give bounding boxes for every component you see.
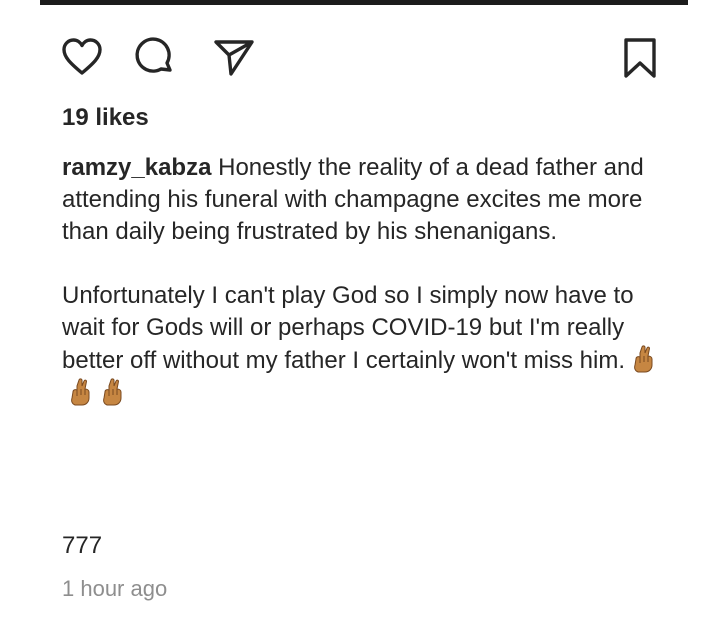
caption-paragraph-1: ramzy_kabza Honestly the reality of a de… (62, 152, 662, 248)
comment-count[interactable]: 777 (62, 532, 102, 560)
post-action-bar (60, 36, 660, 82)
crossed-fingers-emoji (68, 377, 94, 407)
caption-username[interactable]: ramzy_kabza (62, 154, 211, 181)
crossed-fingers-emoji (631, 344, 657, 374)
instagram-post-screenshot: 19 likes ramzy_kabza Honestly the realit… (0, 0, 720, 632)
crossed-fingers-emoji (100, 377, 126, 407)
likes-count[interactable]: 19 likes (62, 104, 149, 132)
bookmark-icon[interactable] (618, 36, 662, 80)
heart-icon[interactable] (60, 36, 104, 80)
post-image-edge (40, 0, 688, 5)
caption-text-2: Unfortunately I can't play God so I simp… (62, 282, 634, 374)
post-caption: ramzy_kabza Honestly the reality of a de… (62, 152, 662, 410)
paper-plane-icon[interactable] (212, 36, 256, 80)
caption-paragraph-2: Unfortunately I can't play God so I simp… (62, 280, 662, 410)
comment-bubble-icon[interactable] (134, 36, 178, 80)
post-timestamp: 1 hour ago (62, 576, 168, 601)
